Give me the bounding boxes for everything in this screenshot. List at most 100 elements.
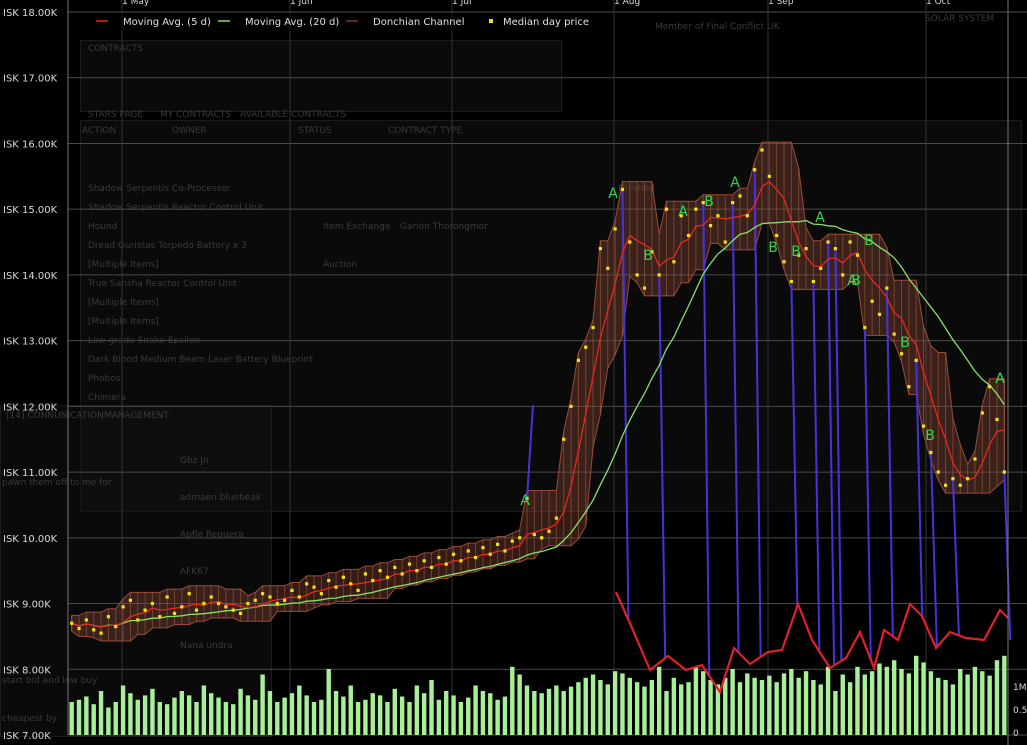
median-price-point xyxy=(1002,470,1006,474)
volume-bar xyxy=(980,671,985,735)
signal-connector xyxy=(525,405,534,499)
legend-label: Moving Avg. (5 d) xyxy=(123,17,211,28)
volume-bar xyxy=(289,693,295,735)
volume-bar xyxy=(282,697,287,735)
donchian-band xyxy=(71,141,1005,642)
median-price-point xyxy=(877,312,882,316)
median-price-point xyxy=(150,601,155,606)
median-price-point xyxy=(70,621,74,625)
median-price-point xyxy=(804,247,808,251)
volume-bar xyxy=(561,691,566,735)
volume-bar xyxy=(524,685,530,735)
volume-bar xyxy=(811,680,816,735)
median-price-point xyxy=(77,626,81,631)
volume-bar xyxy=(370,693,375,735)
volume-bar xyxy=(363,699,368,735)
median-price-point xyxy=(613,227,617,231)
volume-bar xyxy=(84,696,89,735)
median-price-point xyxy=(216,601,221,606)
median-price-point xyxy=(437,555,441,560)
median-price-point xyxy=(980,411,984,415)
volume-bar xyxy=(576,682,581,735)
y-tick-label: ISK 9.00K xyxy=(3,600,51,611)
median-price-point xyxy=(731,201,735,205)
volume-bar xyxy=(164,704,170,735)
median-price-point xyxy=(481,546,485,550)
grid-lines xyxy=(68,0,1027,736)
volume-bar xyxy=(583,677,588,735)
median-price-point xyxy=(363,572,368,576)
x-tick-label: 1 May xyxy=(122,0,150,7)
median-price-point xyxy=(745,214,749,218)
median-price-point xyxy=(400,572,404,576)
volume-bar xyxy=(157,702,162,735)
median-price-point xyxy=(819,266,823,270)
signal-connector xyxy=(929,452,938,648)
median-price-point xyxy=(657,273,661,277)
median-price-point xyxy=(84,618,88,622)
legend-swatch xyxy=(489,19,493,23)
median-price-point xyxy=(187,592,191,596)
volume-bar xyxy=(708,680,713,735)
volume-bar xyxy=(649,680,655,735)
median-price-point xyxy=(231,608,235,612)
median-price-point xyxy=(775,233,779,238)
volume-bar xyxy=(179,691,185,735)
median-price-point xyxy=(899,352,904,356)
median-price-point xyxy=(510,539,514,543)
median-price-point xyxy=(863,325,867,330)
volume-bar xyxy=(392,688,397,735)
volume-bar xyxy=(825,666,831,735)
median-price-point xyxy=(892,332,896,336)
median-price-point xyxy=(966,477,970,481)
signal-connector xyxy=(863,327,872,660)
volume-bar xyxy=(796,677,801,735)
median-price-point xyxy=(180,605,184,609)
volume-bar xyxy=(238,688,243,735)
volume-bar xyxy=(444,691,449,735)
median-price-point xyxy=(694,207,698,211)
median-price-point xyxy=(99,631,103,635)
y-tick-label: ISK 13.00K xyxy=(3,337,58,348)
median-price-point xyxy=(473,555,478,560)
signal-label: A xyxy=(995,371,1005,387)
median-price-point xyxy=(136,618,140,622)
median-price-point xyxy=(760,148,764,152)
volume-bar xyxy=(69,702,74,735)
median-price-point xyxy=(283,598,287,602)
volume-bar xyxy=(723,677,728,735)
volume-bar xyxy=(98,691,104,735)
axes: ISK 7.00K ISK 8.00K ISK 9.00K ISK 10.00K ISK… xyxy=(3,0,1027,745)
volume-bar xyxy=(451,695,456,735)
median-price-point xyxy=(811,279,815,284)
median-price-point xyxy=(503,549,507,553)
median-price-point xyxy=(415,569,419,573)
volume-bar xyxy=(466,697,471,735)
median-price-point xyxy=(297,595,301,599)
volume-bar xyxy=(664,691,669,735)
volume-bar xyxy=(899,669,904,735)
median-price-point xyxy=(540,536,544,540)
median-price-point xyxy=(224,605,228,609)
median-price-point xyxy=(547,529,551,533)
median-price-point xyxy=(143,608,147,612)
volume-bar xyxy=(532,691,537,735)
median-price-point xyxy=(848,240,852,244)
legend-label: Moving Avg. (20 d) xyxy=(245,17,339,28)
volume-bar xyxy=(223,702,229,735)
volume-bar xyxy=(194,702,199,735)
volume-bar xyxy=(209,693,214,735)
median-price-point xyxy=(591,325,595,330)
signal-label: B xyxy=(925,428,935,444)
median-price-point xyxy=(936,470,940,474)
volume-bar xyxy=(877,663,882,735)
signal-label: A xyxy=(730,175,740,191)
oscillator xyxy=(614,591,1009,695)
median-price-point xyxy=(642,286,647,290)
median-price-point xyxy=(172,611,177,616)
median-price-point xyxy=(841,273,845,277)
volume-bar xyxy=(172,697,177,735)
signal-label: B xyxy=(791,244,801,260)
volume-bar xyxy=(701,671,706,735)
y-tick-label: ISK 18.00K xyxy=(3,8,58,19)
